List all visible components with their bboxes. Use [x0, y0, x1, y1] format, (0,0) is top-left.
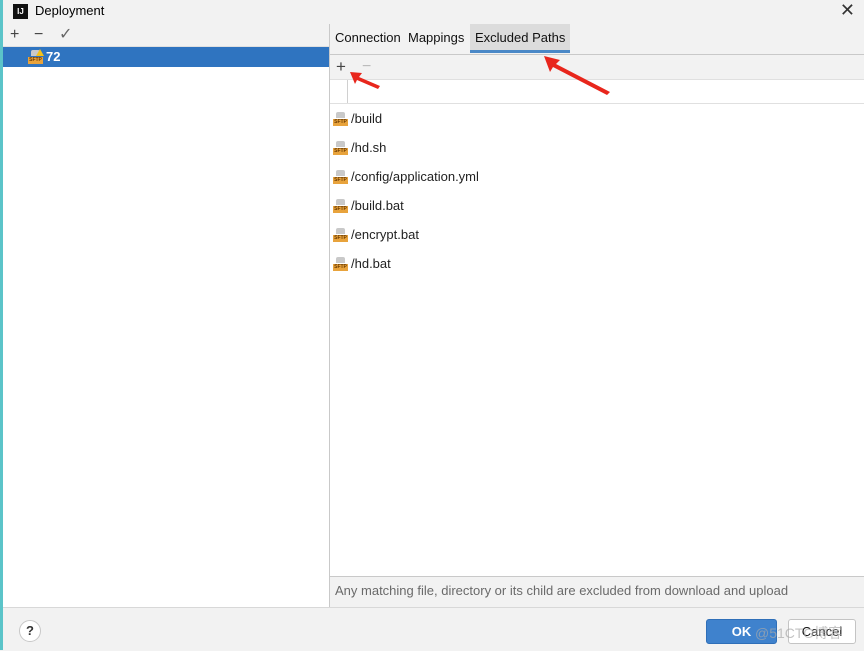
tab-mappings[interactable]: Mappings: [403, 24, 469, 53]
server-settings-panel: Connection Mappings Excluded Paths + − S…: [330, 24, 864, 607]
help-button[interactable]: ?: [19, 620, 41, 642]
list-item[interactable]: SFTP /hd.sh: [330, 134, 864, 163]
add-excluded-path-button[interactable]: +: [336, 56, 346, 78]
tab-excluded-paths[interactable]: Excluded Paths: [470, 24, 571, 53]
close-icon[interactable]: ✕: [840, 0, 855, 21]
sftp-icon: SFTP: [333, 199, 348, 213]
path-text: /hd.bat: [351, 256, 391, 271]
list-item[interactable]: SFTP /encrypt.bat: [330, 221, 864, 250]
cancel-button[interactable]: Cancel: [788, 619, 856, 644]
remove-excluded-path-button[interactable]: −: [362, 56, 371, 78]
server-name: 72: [46, 49, 61, 64]
ok-button[interactable]: OK: [706, 619, 777, 644]
list-item[interactable]: SFTP /build: [330, 105, 864, 134]
dialog-footer: ? OK Cancel @51CTO博客: [3, 607, 864, 651]
add-server-button[interactable]: +: [10, 24, 19, 46]
set-default-button[interactable]: ✓: [59, 24, 72, 46]
new-path-row[interactable]: [330, 80, 864, 104]
path-text: /build.bat: [351, 198, 404, 213]
remove-server-button[interactable]: −: [34, 24, 43, 46]
path-text: /config/application.yml: [351, 169, 479, 184]
title-bar: IJ Deployment ✕: [3, 0, 864, 24]
server-list-toolbar: + − ✓: [3, 24, 329, 47]
server-list-panel: + − ✓ SFTP 72: [3, 24, 330, 607]
window-title: Deployment: [35, 3, 105, 18]
sftp-server-warning-icon: SFTP: [28, 49, 44, 64]
list-item[interactable]: SFTP /hd.bat: [330, 250, 864, 279]
tab-connection[interactable]: Connection: [330, 24, 406, 53]
sftp-icon: SFTP: [333, 170, 348, 184]
sftp-icon: SFTP: [333, 228, 348, 242]
sftp-icon: SFTP: [333, 257, 348, 271]
settings-tabs: Connection Mappings Excluded Paths: [330, 24, 864, 55]
list-item[interactable]: SFTP /config/application.yml: [330, 163, 864, 192]
excluded-paths-hint: Any matching file, directory or its chil…: [335, 583, 789, 598]
excluded-paths-list: SFTP /build SFTP /hd.sh SFTP /config/app…: [330, 80, 864, 577]
sftp-icon: SFTP: [333, 112, 348, 126]
path-text: /encrypt.bat: [351, 227, 419, 242]
sftp-icon: SFTP: [333, 141, 348, 155]
excluded-paths-toolbar: + −: [330, 55, 864, 80]
server-item-72[interactable]: SFTP 72: [3, 47, 329, 67]
path-text: /build: [351, 111, 383, 126]
list-item[interactable]: SFTP /build.bat: [330, 192, 864, 221]
path-text: /hd.sh: [351, 140, 387, 155]
intellij-idea-icon: IJ: [13, 4, 28, 19]
